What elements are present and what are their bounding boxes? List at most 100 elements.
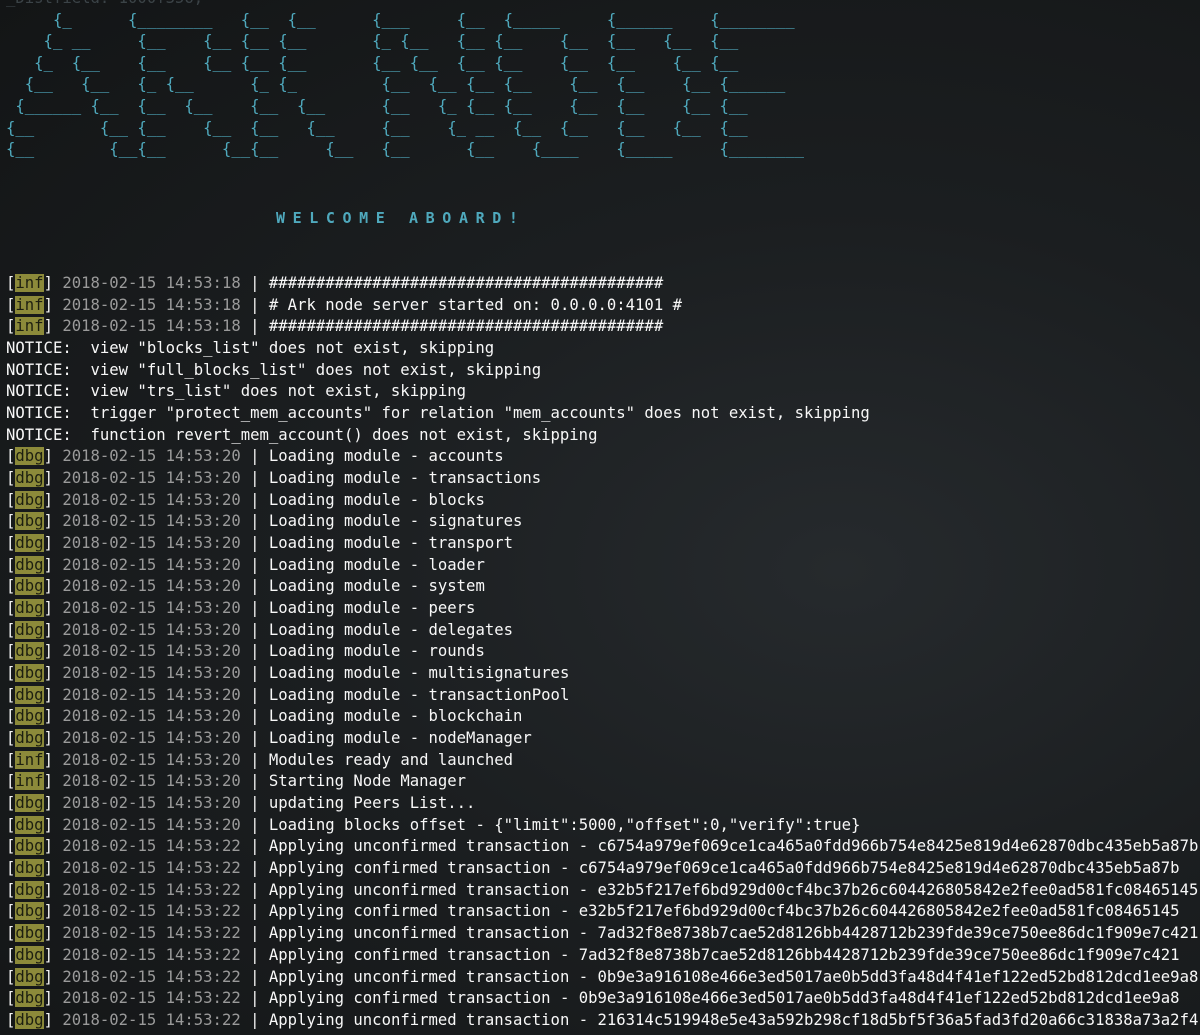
log-level-badge: dbg [15,555,44,574]
log-line: NOTICE: trigger "protect_mem_accounts" f… [6,403,1198,425]
log-timestamp: 2018-02-15 14:53:20 [62,469,241,488]
log-timestamp: 2018-02-15 14:53:18 [62,274,241,292]
log-line: [dbg] 2018-02-15 14:53:22 | Applying unc… [6,967,1199,986]
log-level-badge: dbg [15,599,44,618]
log-timestamp: 2018-02-15 14:53:22 [62,989,241,1008]
log-timestamp: 2018-02-15 14:53:20 [62,707,241,726]
banner-faded-header: _Distfield: 1000f356, [6,0,203,7]
log-line: [dbg] 2018-02-15 14:53:20 | Loading modu… [6,534,514,553]
log-message: Loading module - signatures [268,512,523,531]
log-message: Loading blocks offset - {"limit":5000,"o… [268,815,861,834]
log-output: [inf] 2018-02-15 14:53:18 | ############… [6,273,1198,1032]
log-line: [dbg] 2018-02-15 14:53:22 | Applying con… [6,859,1180,878]
log-line: [inf] 2018-02-15 14:53:18 | ############… [6,274,664,292]
log-message: Applying confirmed transaction - 0b9e3a9… [268,989,1180,1008]
log-message: Loading module - transport [268,534,514,553]
log-message: Applying confirmed transaction - c6754a9… [268,859,1180,878]
log-level-badge: dbg [15,577,44,596]
log-level-badge: dbg [15,924,44,943]
log-line: [dbg] 2018-02-15 14:53:22 | Applying unc… [6,924,1199,943]
log-line: [inf] 2018-02-15 14:53:18 | ############… [6,317,664,336]
log-line: [dbg] 2018-02-15 14:53:20 | Loading modu… [6,599,476,618]
log-level-badge: dbg [15,447,44,466]
log-timestamp: 2018-02-15 14:53:20 [62,815,241,834]
log-timestamp: 2018-02-15 14:53:18 [62,317,241,336]
log-level-badge: dbg [15,902,44,921]
banner-line: {______ {__ {__ {__ {__ {__ {__ {_ {__ {… [6,96,748,115]
welcome-message: WELCOME ABOARD! [276,209,526,227]
banner-line: {_ __ {__ {__ {__ {__ {_ {__ {__ {__ {__… [6,32,739,51]
log-line: [dbg] 2018-02-15 14:53:22 | Applying con… [6,902,1180,921]
log-message: Loading module - loader [268,555,485,574]
log-message: Applying unconfirmed transaction - 21631… [268,1010,1199,1029]
log-line: [dbg] 2018-02-15 14:53:20 | Loading modu… [6,577,485,596]
log-timestamp: 2018-02-15 14:53:22 [62,967,241,986]
log-line: [dbg] 2018-02-15 14:53:22 | Applying con… [6,989,1180,1008]
log-line: [inf] 2018-02-15 14:53:20 | Modules read… [6,750,514,769]
log-timestamp: 2018-02-15 14:53:20 [62,685,241,704]
log-line: [dbg] 2018-02-15 14:53:20 | Loading modu… [6,469,542,488]
log-timestamp: 2018-02-15 14:53:20 [62,490,241,509]
log-timestamp: 2018-02-15 14:53:20 [62,447,241,466]
log-line: NOTICE: view "blocks_list" does not exis… [6,338,1198,360]
log-message: Loading module - transactions [268,469,542,488]
log-line: NOTICE: view "full_blocks_list" does not… [6,360,1198,382]
log-timestamp: 2018-02-15 14:53:22 [62,837,241,856]
log-level-badge: dbg [15,967,44,986]
log-timestamp: 2018-02-15 14:53:18 [62,295,241,314]
log-message: ########################################… [268,274,664,292]
log-level-badge: dbg [15,880,44,899]
log-timestamp: 2018-02-15 14:53:20 [62,555,241,574]
log-level-badge: dbg [15,620,44,639]
log-timestamp: 2018-02-15 14:53:20 [62,620,241,639]
log-line: NOTICE: view "trs_list" does not exist, … [6,381,1198,403]
log-line: [dbg] 2018-02-15 14:53:20 | Loading modu… [6,447,504,466]
log-line: [dbg] 2018-02-15 14:53:22 | Applying unc… [6,880,1199,899]
terminal-window[interactable]: _Distfield: 1000f356, {_ {________ {__ {… [0,0,1200,1035]
log-message: ########################################… [268,317,664,336]
banner-line: {_ {________ {__ {__ {___ {__ {_____ {__… [6,10,795,29]
log-timestamp: 2018-02-15 14:53:22 [62,945,241,964]
log-level-badge: inf [15,295,44,314]
log-timestamp: 2018-02-15 14:53:20 [62,729,241,748]
log-level-badge: inf [15,274,44,292]
log-timestamp: 2018-02-15 14:53:20 [62,772,241,791]
log-timestamp: 2018-02-15 14:53:22 [62,902,241,921]
log-level-badge: inf [15,317,44,336]
log-timestamp: 2018-02-15 14:53:20 [62,642,241,661]
log-message: Loading module - delegates [268,620,514,639]
log-level-badge: dbg [15,664,44,683]
log-message: Loading module - nodeManager [268,729,532,748]
log-timestamp: 2018-02-15 14:53:22 [62,1010,241,1029]
log-message: Loading module - blockchain [268,707,523,726]
log-level-badge: dbg [15,1010,44,1029]
log-message: Loading module - transactionPool [268,685,570,704]
log-level-badge: dbg [15,642,44,661]
log-level-badge: dbg [15,837,44,856]
log-level-badge: dbg [15,512,44,531]
log-line: [dbg] 2018-02-15 14:53:20 | Loading modu… [6,512,523,531]
log-level-badge: dbg [15,989,44,1008]
log-message: NOTICE: view "trs_list" does not exist, … [6,382,467,401]
log-message: Loading module - accounts [268,447,504,466]
log-message: Applying unconfirmed transaction - 7ad32… [268,924,1199,943]
log-level-badge: dbg [15,707,44,726]
log-line: [dbg] 2018-02-15 14:53:20 | Loading modu… [6,664,570,683]
log-line: [inf] 2018-02-15 14:53:18 | # Ark node s… [6,295,682,314]
log-message: Applying confirmed transaction - 7ad32f8… [268,945,1180,964]
log-line: [dbg] 2018-02-15 14:53:20 | Loading modu… [6,642,485,661]
log-message: Modules ready and launched [268,750,514,769]
log-message: NOTICE: view "full_blocks_list" does not… [6,360,542,379]
log-timestamp: 2018-02-15 14:53:20 [62,750,241,769]
log-message: Loading module - system [268,577,485,596]
log-level-badge: dbg [15,794,44,813]
log-message: # Ark node server started on: 0.0.0.0:41… [268,295,682,314]
log-level-badge: dbg [15,815,44,834]
log-level-badge: dbg [15,534,44,553]
log-message: NOTICE: function revert_mem_account() do… [6,425,598,444]
log-line: [dbg] 2018-02-15 14:53:20 | Loading modu… [6,490,485,509]
log-timestamp: 2018-02-15 14:53:22 [62,880,241,899]
log-timestamp: 2018-02-15 14:53:20 [62,599,241,618]
log-message: Starting Node Manager [268,772,467,791]
log-line: [dbg] 2018-02-15 14:53:22 | Applying unc… [6,1010,1199,1029]
